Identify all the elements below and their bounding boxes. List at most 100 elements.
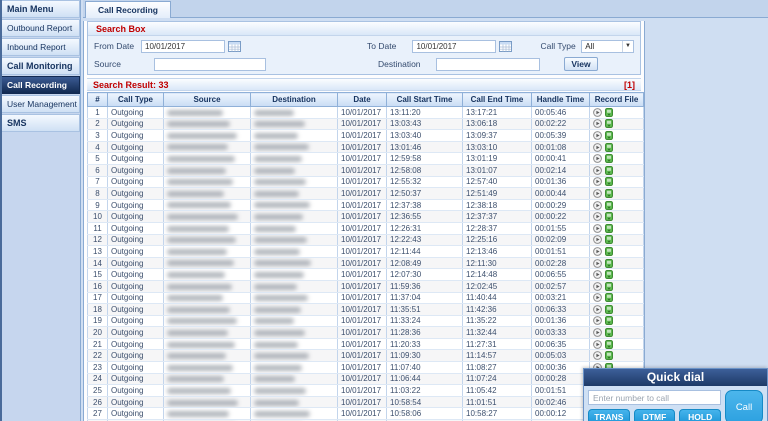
call-type-cell: Outgoing: [107, 361, 164, 374]
handle-time-cell: 00:03:21: [531, 292, 590, 305]
play-recording-icon[interactable]: [593, 270, 602, 280]
date-cell: 10/01/2017: [337, 152, 387, 165]
call-type-cell: Outgoing: [107, 292, 164, 305]
col-num: #: [87, 92, 108, 107]
sidebar-item-call-monitoring[interactable]: Call Monitoring: [2, 57, 80, 75]
masked-source-value: [167, 121, 230, 128]
destination-input[interactable]: [436, 57, 540, 71]
play-recording-icon[interactable]: [593, 351, 602, 361]
end-time-cell: 13:03:10: [462, 141, 532, 154]
recording-file-icon[interactable]: [605, 235, 613, 245]
play-recording-icon[interactable]: [593, 165, 602, 175]
tab-call-recording[interactable]: Call Recording: [85, 1, 171, 18]
play-recording-icon[interactable]: [593, 119, 602, 129]
recording-file-icon[interactable]: [605, 177, 613, 187]
source-cell: [163, 396, 251, 409]
play-recording-icon[interactable]: [593, 316, 602, 326]
app-window: Main Menu Outbound Report Inbound Report…: [0, 0, 768, 421]
recording-file-icon[interactable]: [605, 339, 613, 349]
record-file-cell: [589, 187, 644, 200]
play-recording-icon[interactable]: [593, 293, 602, 303]
play-recording-icon[interactable]: [593, 247, 602, 256]
play-recording-icon[interactable]: [593, 258, 602, 268]
masked-source-value: [167, 353, 226, 360]
play-recording-icon[interactable]: [593, 154, 602, 164]
end-time-cell: 13:01:07: [462, 164, 532, 177]
play-recording-icon[interactable]: [593, 131, 602, 140]
sidebar-item-inbound-report[interactable]: Inbound Report: [2, 38, 80, 56]
trans-button[interactable]: TRANS: [588, 409, 630, 421]
recording-file-icon[interactable]: [605, 316, 613, 326]
recording-file-icon[interactable]: [605, 351, 613, 361]
sidebar-item-call-recording[interactable]: Call Recording: [2, 76, 80, 94]
quick-dial-title[interactable]: Quick dial: [584, 369, 767, 386]
recording-file-icon[interactable]: [605, 270, 613, 280]
recording-file-icon[interactable]: [605, 293, 613, 303]
play-recording-icon[interactable]: [593, 339, 602, 349]
recording-file-icon[interactable]: [605, 142, 613, 152]
page-indicator[interactable]: [1]: [624, 79, 635, 90]
recording-file-icon[interactable]: [605, 154, 613, 164]
call-type-cell: Outgoing: [107, 326, 164, 339]
destination-cell: [250, 106, 338, 119]
recording-file-icon[interactable]: [605, 281, 613, 291]
play-recording-icon[interactable]: [593, 223, 602, 233]
sidebar-item-user-management[interactable]: User Management: [2, 95, 80, 113]
calendar-icon[interactable]: [228, 40, 242, 52]
recording-file-icon[interactable]: [605, 107, 613, 117]
recording-file-icon[interactable]: [605, 258, 613, 268]
end-time-cell: 11:05:42: [462, 384, 532, 397]
source-input[interactable]: [154, 57, 266, 71]
record-file-cell: [589, 118, 644, 131]
search-box-title: Search Box: [88, 22, 640, 36]
recording-file-icon[interactable]: [605, 212, 613, 222]
start-time-cell: 10:58:54: [386, 396, 463, 409]
call-type-cell: Outgoing: [107, 315, 164, 328]
sidebar-item-sms[interactable]: SMS: [2, 114, 80, 132]
recording-file-icon[interactable]: [605, 246, 613, 256]
play-recording-icon[interactable]: [593, 281, 602, 291]
source-cell: [163, 257, 251, 270]
play-recording-icon[interactable]: [593, 304, 602, 314]
masked-destination-value: [254, 248, 300, 255]
to-date-label: To Date: [367, 41, 397, 51]
destination-cell: [250, 199, 338, 212]
play-recording-icon[interactable]: [593, 177, 602, 187]
call-button[interactable]: Call: [725, 390, 763, 421]
start-time-cell: 11:03:22: [386, 384, 463, 397]
table-row: 8 Outgoing 10/01/2017 12:50:37 12:51:49 00:00…: [87, 187, 644, 200]
dtmf-button[interactable]: DTMF: [633, 409, 676, 421]
play-recording-icon[interactable]: [593, 212, 602, 222]
recording-file-icon[interactable]: [605, 328, 613, 338]
calendar-icon[interactable]: [499, 40, 513, 52]
recording-file-icon[interactable]: [605, 165, 613, 175]
end-time-cell: 12:02:45: [462, 280, 532, 293]
masked-source-value: [167, 179, 233, 186]
source-cell: [163, 199, 251, 212]
recording-file-icon[interactable]: [605, 130, 613, 140]
recording-file-icon[interactable]: [605, 200, 613, 210]
main-area: Call Recording Search Box From Date To D…: [83, 0, 768, 421]
destination-cell: [250, 280, 338, 293]
from-date-input[interactable]: [141, 39, 226, 53]
sidebar-item-outbound-report[interactable]: Outbound Report: [2, 19, 80, 37]
play-recording-icon[interactable]: [593, 328, 602, 337]
play-recording-icon[interactable]: [593, 235, 602, 245]
play-recording-icon[interactable]: [593, 142, 602, 152]
hold-button[interactable]: HOLD: [679, 409, 722, 421]
call-type-select[interactable]: All ▼: [581, 39, 635, 53]
play-recording-icon[interactable]: [593, 200, 602, 210]
recording-file-icon[interactable]: [605, 119, 613, 129]
recording-file-icon[interactable]: [605, 304, 613, 314]
dial-number-input[interactable]: [588, 390, 721, 405]
view-button[interactable]: View: [564, 57, 598, 71]
recording-file-icon[interactable]: [605, 223, 613, 233]
recording-file-icon[interactable]: [605, 188, 613, 198]
play-recording-icon[interactable]: [593, 107, 602, 117]
source-cell: [163, 141, 251, 154]
table-row: 17 Outgoing 10/01/2017 11:37:04 11:40:44 00:0…: [87, 292, 644, 305]
source-cell: [163, 129, 251, 142]
row-num: 15: [87, 268, 108, 281]
to-date-input[interactable]: [412, 39, 497, 53]
play-recording-icon[interactable]: [593, 189, 602, 198]
